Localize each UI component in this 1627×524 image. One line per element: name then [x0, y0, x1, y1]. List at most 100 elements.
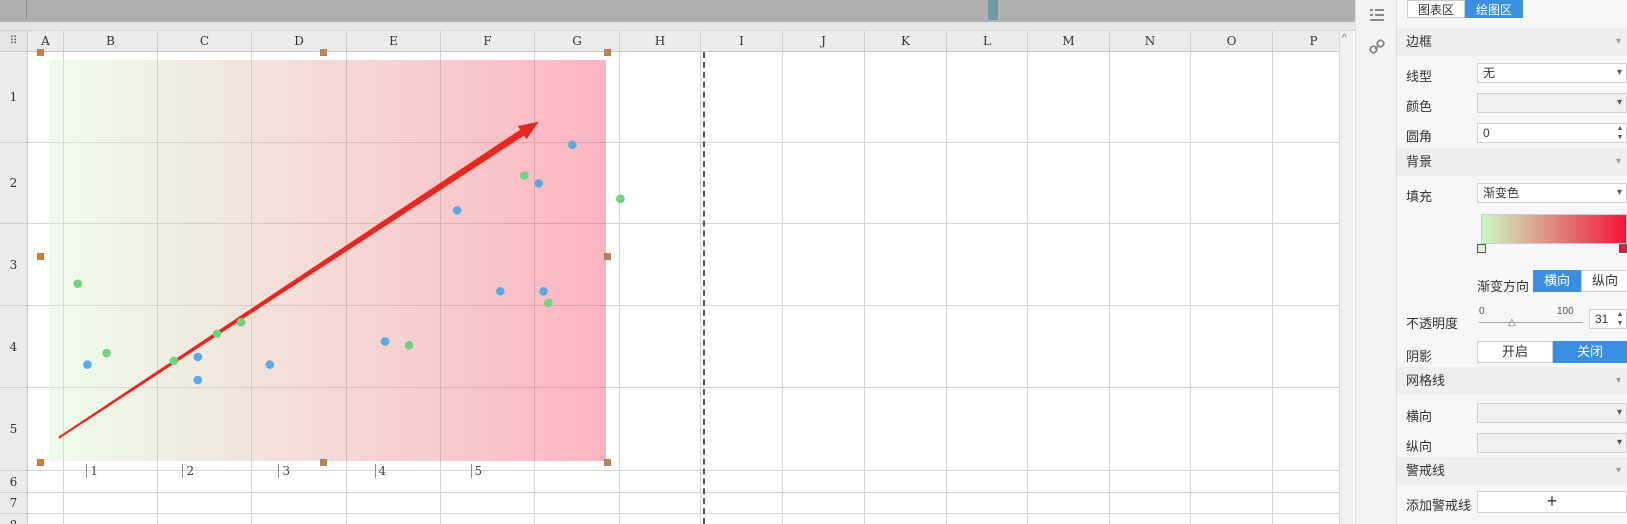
color-label: 颜色: [1406, 99, 1433, 114]
shadow-label: 阴影: [1406, 349, 1433, 364]
opacity-min-label: 0: [1479, 306, 1485, 317]
resize-handle[interactable]: [37, 253, 44, 260]
grid-vertical-select[interactable]: ▾: [1477, 433, 1627, 453]
row-header-7[interactable]: 7: [0, 493, 28, 514]
vertical-scrollbar[interactable]: ^: [1339, 31, 1353, 524]
opacity-slider-thumb[interactable]: △: [1508, 317, 1516, 328]
scatter-point-s1-0[interactable]: [73, 279, 83, 288]
line-type-label: 线型: [1406, 69, 1433, 84]
scatter-point-s0-6[interactable]: [496, 287, 505, 296]
chevron-down-icon: ▾: [1616, 407, 1622, 418]
column-header-n[interactable]: N: [1110, 31, 1191, 52]
scatter-chart[interactable]: [0, 0, 640, 490]
section-alert-lines[interactable]: 警戒线 ▾: [1397, 457, 1627, 485]
grid-column-line: [1109, 52, 1110, 524]
scatter-point-s0-3[interactable]: [265, 360, 275, 369]
gradient-stop-end[interactable]: [1619, 244, 1627, 253]
scatter-point-s1-6[interactable]: [520, 171, 529, 180]
column-header-i[interactable]: I: [701, 31, 783, 52]
resize-handle[interactable]: [320, 49, 327, 56]
scatter-point-s0-8[interactable]: [539, 287, 548, 296]
x-tick-label: 5: [470, 464, 482, 478]
scatter-point-s0-7[interactable]: [534, 179, 544, 188]
grid-column-line: [1272, 52, 1273, 524]
chevron-down-icon: ▾: [1616, 67, 1622, 78]
resize-handle[interactable]: [320, 459, 327, 466]
scatter-point-s1-1[interactable]: [102, 348, 111, 358]
radius-label: 圆角: [1406, 129, 1433, 144]
column-header-m[interactable]: M: [1028, 31, 1110, 52]
resize-handle[interactable]: [37, 49, 44, 56]
panel-tabs: 图表区 绘图区: [1407, 0, 1524, 18]
radius-stepper[interactable]: 0 ▲ ▼: [1477, 123, 1627, 143]
chevron-down-icon: ▾: [1616, 437, 1622, 448]
link-icon[interactable]: [1369, 39, 1385, 55]
add-alert-line-button[interactable]: +: [1477, 491, 1627, 513]
properties-panel: 图表区 绘图区 边框 ▾ 线型 无 ▾ 颜色 ▾ 圆角 0 ▲ ▼ 背景 ▾ 填充 渐变色 ▾…: [1397, 0, 1627, 524]
scroll-up-icon[interactable]: ^: [1342, 33, 1347, 44]
shadow-off-button[interactable]: 关闭: [1553, 341, 1627, 363]
column-header-p[interactable]: P: [1273, 31, 1339, 52]
trend-arrow-shaft[interactable]: [58, 129, 524, 439]
column-header-l[interactable]: L: [947, 31, 1028, 52]
scatter-point-s0-5[interactable]: [452, 206, 462, 215]
grid-horizontal-select[interactable]: ▾: [1477, 403, 1627, 423]
resize-handle[interactable]: [604, 253, 611, 260]
fill-label: 填充: [1406, 189, 1433, 204]
section-background-title: 背景: [1406, 154, 1433, 169]
fill-type-select[interactable]: 渐变色 ▾: [1477, 183, 1627, 203]
section-border[interactable]: 边框 ▾: [1397, 28, 1627, 56]
grid-column-line: [700, 52, 701, 524]
scatter-point-s1-2[interactable]: [169, 356, 179, 366]
list-icon[interactable]: [1369, 8, 1385, 22]
column-header-k[interactable]: K: [865, 31, 947, 52]
scatter-point-s0-2[interactable]: [193, 375, 203, 385]
scatter-point-s1-3[interactable]: [212, 329, 222, 339]
opacity-slider-track[interactable]: [1479, 322, 1583, 323]
scatter-point-s0-0[interactable]: [83, 360, 92, 369]
row-header-8[interactable]: 8: [0, 514, 28, 524]
tab-chart-area[interactable]: 图表区: [1407, 0, 1466, 18]
chevron-down-icon: ▾: [1616, 187, 1622, 198]
direction-horizontal-button[interactable]: 横向: [1533, 270, 1581, 292]
collapse-icon[interactable]: ▾: [1616, 148, 1621, 176]
stepper-arrows-icon: ▲ ▼: [1616, 311, 1624, 327]
collapse-icon[interactable]: ▾: [1616, 28, 1621, 56]
scatter-point-s0-9[interactable]: [568, 140, 577, 150]
border-color-select[interactable]: ▾: [1477, 93, 1627, 113]
grid-row-line: [28, 513, 1339, 514]
scatter-point-s1-4[interactable]: [236, 317, 246, 327]
resize-handle[interactable]: [604, 459, 611, 466]
grid-column-line: [1190, 52, 1191, 524]
gradient-direction-label: 渐变方向: [1477, 279, 1530, 294]
section-gridlines[interactable]: 网格线 ▾: [1397, 367, 1627, 395]
opacity-label: 不透明度: [1406, 316, 1459, 331]
scatter-point-s1-5[interactable]: [404, 341, 414, 350]
scatter-point-s1-7[interactable]: [544, 298, 553, 308]
tab-plot-area[interactable]: 绘图区: [1465, 0, 1524, 18]
scatter-point-s0-4[interactable]: [380, 337, 390, 346]
direction-vertical-button[interactable]: 纵向: [1581, 270, 1627, 292]
scatter-point-s1-8[interactable]: [616, 194, 625, 204]
collapse-icon[interactable]: ▾: [1616, 367, 1621, 395]
x-tick-label: 4: [374, 464, 386, 478]
grid-horizontal-label: 横向: [1406, 409, 1433, 424]
line-type-select[interactable]: 无 ▾: [1477, 63, 1627, 83]
page-break-line: [703, 52, 705, 524]
gradient-stop-start[interactable]: [1477, 244, 1486, 253]
grid-vertical-label: 纵向: [1406, 439, 1433, 454]
shadow-on-button[interactable]: 开启: [1477, 341, 1553, 363]
opacity-input[interactable]: 31 ▲ ▼: [1589, 309, 1627, 329]
section-background[interactable]: 背景 ▾: [1397, 148, 1627, 176]
horizontal-scroll-thumb[interactable]: [988, 0, 998, 20]
resize-handle[interactable]: [604, 49, 611, 56]
column-header-j[interactable]: J: [783, 31, 865, 52]
scatter-point-s0-1[interactable]: [193, 352, 203, 362]
gradient-preview[interactable]: [1481, 214, 1627, 244]
grid-column-line: [864, 52, 865, 524]
chevron-down-icon: ▾: [1616, 97, 1622, 108]
x-tick-label: 1: [86, 464, 98, 478]
resize-handle[interactable]: [37, 459, 44, 466]
collapse-icon[interactable]: ▾: [1616, 457, 1621, 485]
column-header-o[interactable]: O: [1191, 31, 1273, 52]
